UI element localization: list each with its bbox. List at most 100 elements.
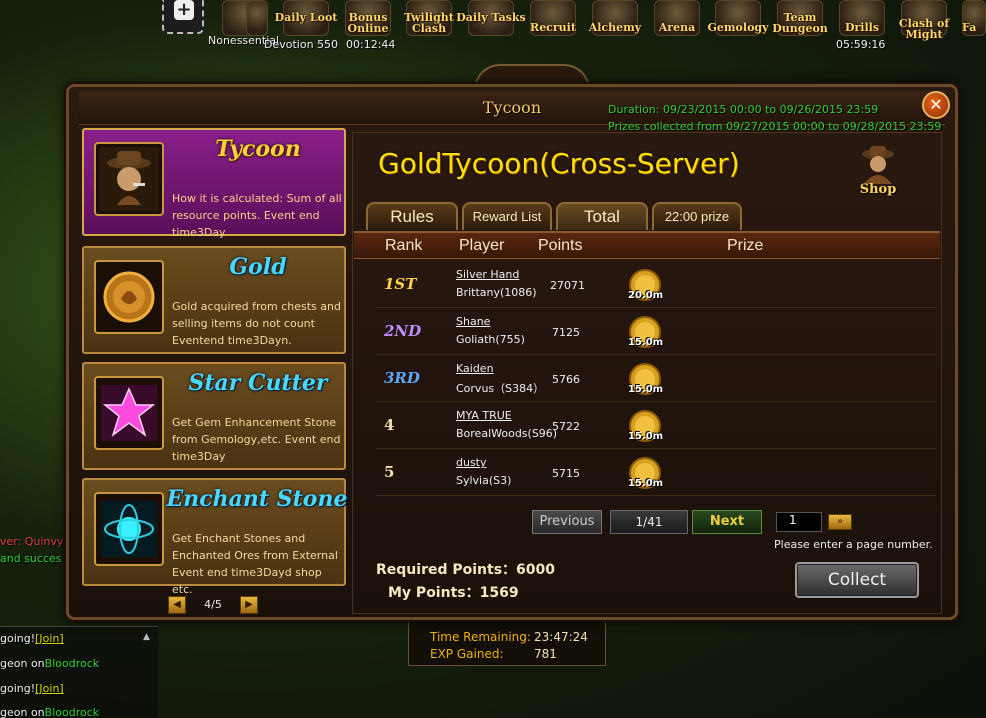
tab-rules[interactable]: Rules — [366, 202, 458, 230]
exp-gained-value: 781 — [534, 647, 557, 661]
event-prev-button[interactable]: ◀ — [168, 596, 186, 614]
chat-fragment-2-text: and succes — [0, 552, 62, 565]
ranking-row: 4 MYA TRUE BorealWoods(S96) 5722 15.0m — [376, 403, 936, 449]
ranking-row: 3RD Kaiden Corvus（S384） 5766 15.0m — [376, 356, 936, 402]
chat-location-link[interactable]: Bloodrock — [45, 657, 99, 670]
rank-badge: 3RD — [384, 369, 420, 387]
event-description: Get Gem Enhancement Stone from Gemology,… — [172, 416, 341, 463]
chat-scroll-up-icon[interactable]: ▲ — [143, 632, 153, 642]
recruit-label: Recruit — [530, 21, 576, 34]
previous-page-button[interactable]: Previous — [532, 510, 602, 534]
tycoon-icon — [94, 142, 164, 216]
required-points-label: Required Points： — [376, 562, 517, 578]
my-points-label: My Points： — [388, 585, 480, 601]
chat-line-text: geon on — [0, 706, 45, 718]
timer-right: 05:59:16 — [836, 38, 886, 51]
prize-gold-coin[interactable]: 15.0m — [628, 315, 663, 349]
collect-button[interactable]: Collect — [795, 562, 919, 598]
next-page-button[interactable]: Next — [692, 510, 762, 534]
prize-column-header: Prize — [727, 237, 764, 254]
event-card-tycoon[interactable]: Tycoon How it is calculated: Sum of all … — [82, 128, 346, 239]
chat-join-link[interactable]: [Join] — [35, 632, 64, 645]
arena-label: Arena — [658, 21, 696, 34]
rank-badge: 5 — [384, 463, 395, 481]
event-name: Gold — [229, 254, 287, 280]
tab-total[interactable]: Total — [556, 202, 648, 230]
page-number-input[interactable]: 1 — [776, 512, 822, 532]
chat-fragment-1: ver: Quinvy( — [0, 535, 68, 548]
close-icon: ✕ — [929, 95, 943, 114]
chat-fragment-2: and succes — [0, 552, 62, 565]
chat-line: going![Join] — [0, 632, 64, 645]
shortcut-icon-2[interactable] — [246, 0, 268, 36]
tab-22-prize[interactable]: 22:00 prize — [652, 202, 742, 230]
chat-line-text: going! — [0, 682, 36, 695]
time-remaining-label: Time Remaining: — [430, 630, 531, 644]
player-name-link[interactable]: MYA TRUE — [456, 409, 512, 422]
event-description: Get Enchant Stones and Enchanted Ores fr… — [172, 532, 338, 596]
bonus-online-label: Bonus Online — [347, 11, 389, 35]
event-next-button[interactable]: ▶ — [240, 596, 258, 614]
player-server: Brittany(1086) — [456, 286, 537, 299]
player-points: 5715 — [552, 467, 580, 480]
prize-gold-coin[interactable]: 15.0m — [628, 456, 664, 490]
chat-line: geon onBloodrock — [0, 706, 99, 718]
chat-line-text: geon on — [0, 657, 45, 670]
my-points-value: 1569 — [479, 585, 519, 601]
close-button[interactable]: ✕ — [922, 91, 950, 119]
fa-label: Fa — [962, 21, 977, 34]
ranking-title: GoldTycoon(Cross-Server) — [378, 147, 740, 180]
player-server: BorealWoods(S96) — [456, 427, 558, 440]
player-points: 7125 — [552, 326, 580, 339]
timer-left: 00:12:44 — [346, 38, 396, 51]
rank-column-header: Rank — [385, 237, 423, 254]
chat-line: geon onBloodrock — [0, 657, 99, 670]
required-points-row: Required Points：6000 — [376, 559, 555, 579]
event-name: Tycoon — [215, 136, 301, 162]
page-indicator: 1/41 — [610, 510, 688, 534]
triangle-left-icon: ◀ — [173, 599, 181, 610]
player-name-link[interactable]: Kaiden — [456, 362, 494, 375]
player-name-link[interactable]: Silver Hand — [456, 268, 519, 281]
event-card-gold[interactable]: Gold Gold acquired from chests and selli… — [82, 246, 346, 354]
star-cutter-icon — [94, 376, 164, 450]
gemology-label: Gemology — [707, 21, 769, 34]
chat-location-link[interactable]: Bloodrock — [45, 706, 99, 718]
devotion-label: Devotion 550 — [264, 38, 339, 51]
shop-label: Shop — [859, 182, 897, 197]
prize-amount: 20.0m — [628, 290, 664, 301]
shop-button[interactable]: Shop — [852, 144, 904, 200]
time-remaining-value: 23:47:24 — [534, 630, 588, 644]
prize-gold-coin[interactable]: 20.0m — [628, 268, 664, 302]
chat-join-link[interactable]: [Join] — [35, 682, 64, 695]
go-to-page-button[interactable]: » — [828, 514, 852, 530]
clash-of-might-label: Clash of Might — [898, 17, 950, 41]
rank-badge: 2ND — [384, 322, 422, 340]
player-column-header: Player — [459, 237, 505, 254]
rank-badge: 1ST — [384, 275, 417, 293]
prize-gold-coin[interactable]: 15.0m — [628, 409, 664, 443]
tab-reward-list[interactable]: Reward List — [462, 202, 552, 230]
triangle-right-icon: ▶ — [245, 599, 253, 610]
double-chevron-right-icon: » — [836, 516, 844, 527]
player-points: 5722 — [552, 420, 580, 433]
event-name: Enchant Stone — [166, 486, 348, 512]
ranking-table-header: Rank Player Points Prize — [354, 231, 940, 259]
event-page-indicator: 4/5 — [204, 598, 222, 611]
player-points: 27071 — [550, 279, 585, 292]
event-duration: Duration: 09/23/2015 00:00 to 09/26/2015… — [608, 103, 879, 116]
daily-tasks-label: Daily Tasks — [456, 11, 526, 24]
plus-icon: + — [174, 0, 194, 20]
exp-gained-label: EXP Gained: — [430, 647, 504, 661]
prize-amount: 15.0m — [628, 478, 664, 489]
event-card-star-cutter[interactable]: Star Cutter Get Gem Enhancement Stone fr… — [82, 362, 346, 470]
daily-loot-label: Daily Loot — [274, 11, 338, 24]
event-card-enchant-stone[interactable]: Enchant Stone Get Enchant Stones and Enc… — [82, 478, 347, 596]
top-action-bar: + Daily Loot Bonus Online Twilight Clash… — [0, 0, 986, 56]
prize-gold-coin[interactable]: 15.0m — [628, 362, 663, 396]
player-name-link[interactable]: dusty — [456, 456, 487, 469]
player-server: Sylvia(S3) — [456, 474, 512, 487]
player-name-link[interactable]: Shane — [456, 315, 490, 328]
add-shortcut-slot[interactable]: + — [162, 0, 204, 34]
prize-amount: 15.0m — [628, 431, 664, 442]
